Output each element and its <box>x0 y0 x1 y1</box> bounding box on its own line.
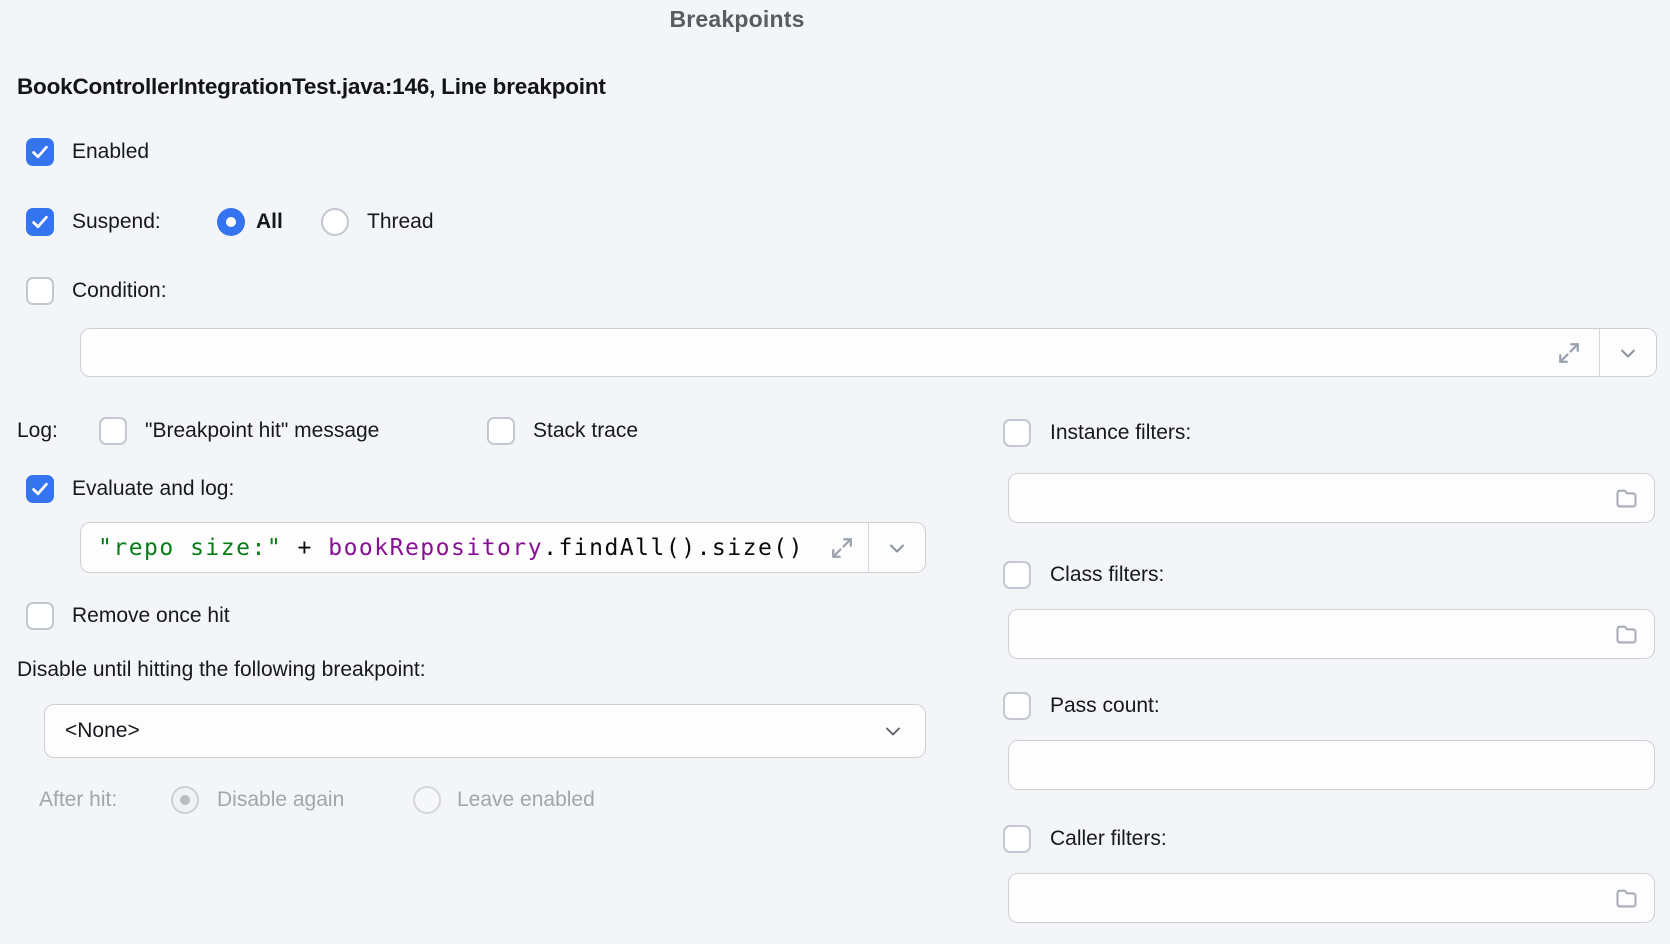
log-label: Log: <box>17 417 58 445</box>
pass-count-label: Pass count: <box>1050 692 1160 720</box>
evaluate-history-button[interactable] <box>869 523 925 572</box>
suspend-thread-radio[interactable] <box>321 208 349 236</box>
breakpoints-dialog: Breakpoints BookControllerIntegrationTes… <box>0 0 1670 944</box>
instance-filters-label: Instance filters: <box>1050 419 1191 447</box>
leave-enabled-label: Leave enabled <box>457 786 595 814</box>
after-hit-label: After hit: <box>39 786 117 814</box>
chevron-down-icon <box>881 719 905 743</box>
checkmark-icon <box>29 478 51 500</box>
folder-icon[interactable] <box>1613 885 1640 912</box>
expand-icon[interactable] <box>827 533 857 563</box>
condition-label: Condition: <box>72 277 167 305</box>
disable-until-select[interactable]: <None> <box>44 704 926 758</box>
class-filters-label: Class filters: <box>1050 561 1164 589</box>
caller-filters-input[interactable] <box>1008 873 1655 923</box>
disable-until-label: Disable until hitting the following brea… <box>17 656 426 684</box>
checkmark-icon <box>29 211 51 233</box>
remove-once-hit-label: Remove once hit <box>72 602 230 630</box>
instance-filters-input[interactable] <box>1008 473 1655 523</box>
suspend-all-label: All <box>256 208 283 236</box>
folder-icon[interactable] <box>1613 485 1640 512</box>
disable-again-radio <box>171 786 199 814</box>
condition-input[interactable] <box>80 328 1657 377</box>
breakpoint-hit-message-label: "Breakpoint hit" message <box>145 417 379 445</box>
code-field-token: bookRepository <box>328 535 543 561</box>
expand-icon[interactable] <box>1554 338 1584 368</box>
evaluate-and-log-checkbox[interactable] <box>26 475 54 503</box>
breakpoint-hit-message-checkbox[interactable] <box>99 417 127 445</box>
leave-enabled-radio <box>413 786 441 814</box>
pass-count-input[interactable] <box>1008 740 1655 790</box>
code-plain-token: + <box>282 535 328 561</box>
condition-checkbox[interactable] <box>26 277 54 305</box>
condition-value <box>81 329 98 376</box>
disable-again-label: Disable again <box>217 786 344 814</box>
suspend-label: Suspend: <box>72 208 161 236</box>
remove-once-hit-checkbox[interactable] <box>26 602 54 630</box>
checkmark-icon <box>29 141 51 163</box>
class-filters-checkbox[interactable] <box>1003 561 1031 589</box>
evaluate-expression-value: "repo size:" + bookRepository.findAll().… <box>81 523 804 572</box>
caller-filters-label: Caller filters: <box>1050 825 1167 853</box>
class-filters-input[interactable] <box>1008 609 1655 659</box>
breakpoint-title: BookControllerIntegrationTest.java:146, … <box>17 74 606 100</box>
dialog-title: Breakpoints <box>0 6 1474 33</box>
suspend-checkbox[interactable] <box>26 208 54 236</box>
chevron-down-icon <box>885 536 909 560</box>
caller-filters-checkbox[interactable] <box>1003 825 1031 853</box>
folder-icon[interactable] <box>1613 621 1640 648</box>
pass-count-checkbox[interactable] <box>1003 692 1031 720</box>
code-string-token: "repo size:" <box>98 535 282 561</box>
enabled-checkbox[interactable] <box>26 138 54 166</box>
code-plain-token: .findAll().size() <box>543 535 804 561</box>
instance-filters-checkbox[interactable] <box>1003 419 1031 447</box>
condition-history-button[interactable] <box>1600 329 1656 376</box>
evaluate-expression-input[interactable]: "repo size:" + bookRepository.findAll().… <box>80 522 926 573</box>
suspend-thread-label: Thread <box>367 208 434 236</box>
enabled-label: Enabled <box>72 138 149 166</box>
stack-trace-checkbox[interactable] <box>487 417 515 445</box>
chevron-down-icon <box>1616 341 1640 365</box>
evaluate-and-log-label: Evaluate and log: <box>72 475 234 503</box>
suspend-all-radio[interactable] <box>217 208 245 236</box>
disable-until-value: <None> <box>65 705 140 757</box>
stack-trace-label: Stack trace <box>533 417 638 445</box>
